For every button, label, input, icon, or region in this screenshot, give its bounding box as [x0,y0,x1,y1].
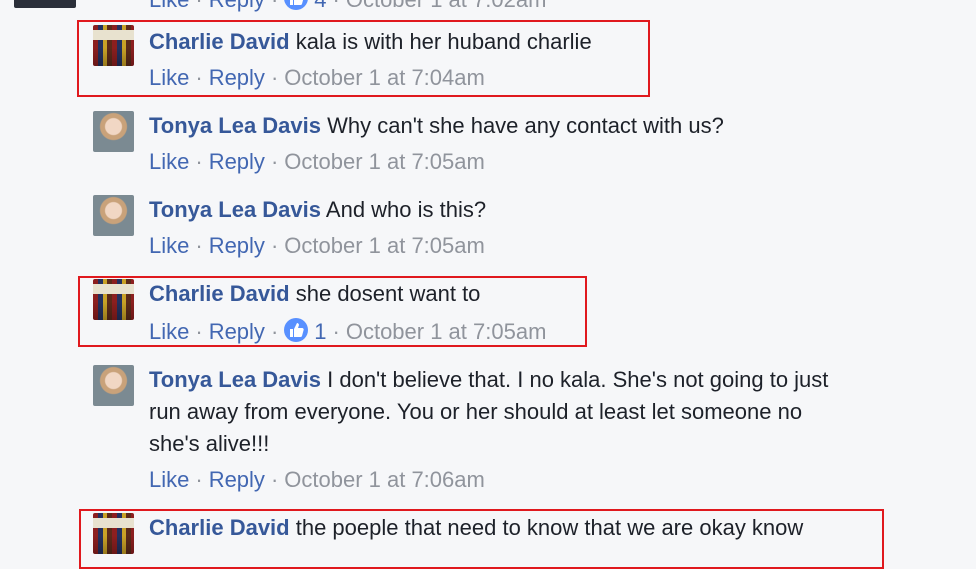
comment-actions: Like · Reply · October 1 at 7:05am [149,230,485,262]
like-link[interactable]: Like [149,319,189,344]
comment-body: Charlie David kala is with her huband ch… [149,26,592,58]
comment-text: And who is this? [325,197,487,222]
comment-body: Charlie David she dosent want to [149,278,480,310]
separator: · [189,0,208,12]
comment-text: Why can't she have any contact with us? [327,113,724,138]
comment-date[interactable]: October 1 at 7:05am [284,149,485,174]
like-link[interactable]: Like [149,65,189,90]
separator: · [332,319,340,344]
comment-text: I don't believe that. I no kala. She's n… [327,367,829,392]
comment-date[interactable]: October 1 at 7:05am [346,319,547,344]
reply-link[interactable]: Reply [209,233,265,258]
avatar[interactable] [14,0,76,8]
comment-author[interactable]: Tonya Lea Davis [149,197,321,222]
avatar[interactable] [93,279,134,320]
comment-text: the poeple that need to know that we are… [295,515,804,540]
like-link[interactable]: Like [149,233,189,258]
comment-author[interactable]: Tonya Lea Davis [149,367,321,392]
avatar[interactable] [93,195,134,236]
comment-text-line: run away from everyone. You or her shoul… [149,399,803,424]
thumbs-up-icon[interactable] [284,318,309,342]
comment-actions: Like · Reply · 1 · October 1 at 7:05am [149,316,546,348]
comment-author[interactable]: Charlie David [149,29,290,54]
comment-actions: Like·Reply·4·October 1 at 7:02am [149,0,546,16]
reply-link[interactable]: Reply [209,319,265,344]
like-link[interactable]: Like [149,0,189,12]
comment-actions: Like · Reply · October 1 at 7:06am [149,464,485,496]
reply-link[interactable]: Reply [209,149,265,174]
comment-date[interactable]: October 1 at 7:04am [284,65,485,90]
separator: · [270,319,279,344]
separator: · [195,467,203,492]
comment-actions: Like · Reply · October 1 at 7:04am [149,62,485,94]
comment-body: Tonya Lea Davis I don't believe that. I … [149,364,828,396]
avatar[interactable] [93,365,134,406]
comment-body: Tonya Lea Davis And who is this? [149,194,486,226]
separator: · [270,149,279,174]
avatar[interactable] [93,513,134,554]
like-link[interactable]: Like [149,467,189,492]
comment-body: Charlie David the poeple that need to kn… [149,512,803,544]
like-count[interactable]: 1 [314,319,326,344]
separator: · [195,149,203,174]
like-link[interactable]: Like [149,149,189,174]
thumbs-up-icon[interactable] [284,0,309,10]
separator: · [270,65,279,90]
comment-author[interactable]: Charlie David [149,281,290,306]
comment-actions: Like · Reply · October 1 at 7:05am [149,146,485,178]
separator: · [195,319,203,344]
reply-link[interactable]: Reply [209,0,265,12]
comment-text: she dosent want to [295,281,481,306]
like-count[interactable]: 4 [314,0,326,12]
avatar[interactable] [93,111,134,152]
separator: · [270,467,279,492]
comment-body: Tonya Lea Davis Why can't she have any c… [149,110,724,142]
comment-text: kala is with her huband charlie [295,29,592,54]
comment-date[interactable]: October 1 at 7:05am [284,233,485,258]
separator: · [195,233,203,258]
comment-author[interactable]: Charlie David [149,515,290,540]
separator: · [265,0,284,12]
avatar[interactable] [93,25,134,66]
separator: · [195,65,203,90]
comment-author[interactable]: Tonya Lea Davis [149,113,321,138]
reply-link[interactable]: Reply [209,65,265,90]
comment-text-line: she's alive!!! [149,431,270,456]
comment-date[interactable]: October 1 at 7:06am [284,467,485,492]
separator: · [327,0,346,12]
reply-link[interactable]: Reply [209,467,265,492]
comment-date[interactable]: October 1 at 7:02am [346,0,547,12]
separator: · [270,233,279,258]
